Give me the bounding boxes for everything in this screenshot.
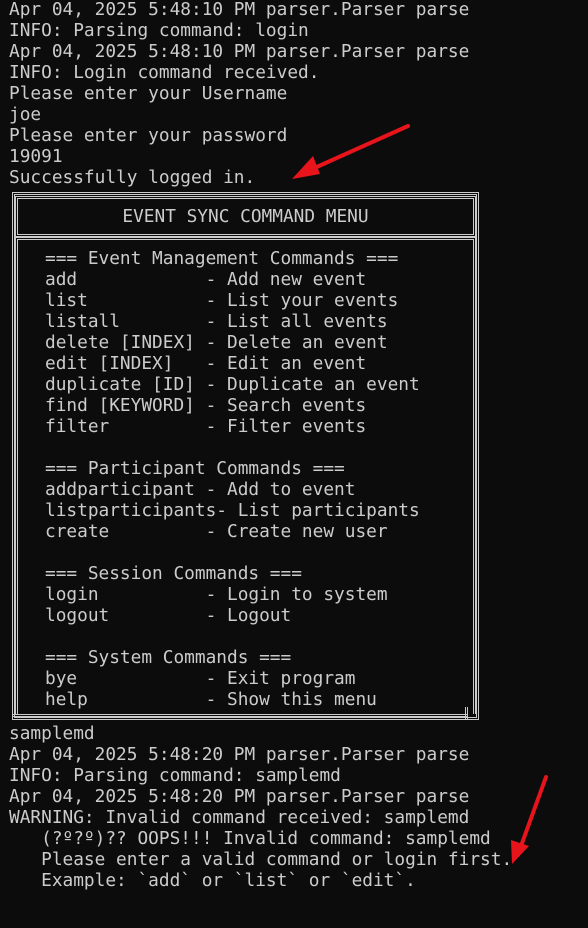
arrow-icon xyxy=(511,775,548,864)
annotation-arrows xyxy=(292,124,548,864)
arrow-icon xyxy=(292,124,410,179)
